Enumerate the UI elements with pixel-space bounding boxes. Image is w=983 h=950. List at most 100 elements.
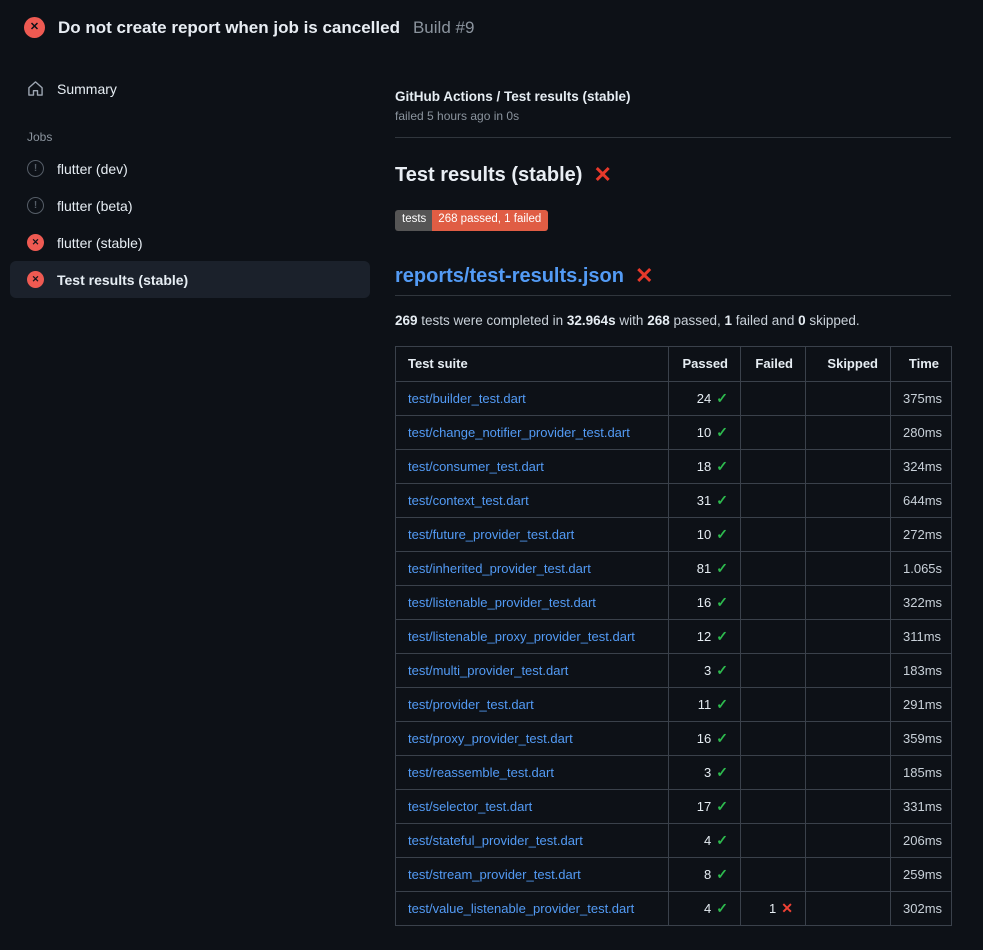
cell-time: 1.065s	[891, 551, 952, 585]
build-failed-icon: ✕	[24, 17, 45, 38]
column-header-failed: Failed	[741, 346, 806, 381]
table-row: test/proxy_provider_test.dart16✓359ms	[396, 721, 952, 755]
column-header-test-suite: Test suite	[396, 346, 669, 381]
check-icon: ✓	[716, 662, 728, 678]
cell-failed	[741, 449, 806, 483]
test-suite-link[interactable]: test/provider_test.dart	[408, 697, 534, 712]
count-value: 17	[697, 799, 711, 814]
job-failed-icon: ✕	[27, 271, 44, 288]
cell-skipped	[806, 687, 891, 721]
count-value: 8	[704, 867, 711, 882]
cell-failed	[741, 517, 806, 551]
test-suite-link[interactable]: test/stream_provider_test.dart	[408, 867, 581, 882]
count-value: 1	[769, 901, 776, 916]
test-suite-link[interactable]: test/listenable_provider_test.dart	[408, 595, 596, 610]
test-suite-link[interactable]: test/selector_test.dart	[408, 799, 532, 814]
check-icon: ✓	[716, 900, 728, 916]
report-heading: reports/test-results.json ✕	[395, 261, 951, 296]
cell-skipped	[806, 891, 891, 925]
column-header-passed: Passed	[669, 346, 741, 381]
cell-skipped	[806, 483, 891, 517]
table-row: test/future_provider_test.dart10✓272ms	[396, 517, 952, 551]
cell-test-suite: test/future_provider_test.dart	[396, 517, 669, 551]
cell-failed	[741, 687, 806, 721]
badge-label: tests	[395, 210, 432, 231]
cell-skipped	[806, 551, 891, 585]
cell-time: 331ms	[891, 789, 952, 823]
cell-passed: 12 ✓	[669, 619, 741, 653]
jobs-section-label: Jobs	[27, 130, 380, 144]
check-icon: ✓	[716, 458, 728, 474]
cell-failed	[741, 653, 806, 687]
test-suite-link[interactable]: test/multi_provider_test.dart	[408, 663, 568, 678]
test-suite-link[interactable]: test/listenable_proxy_provider_test.dart	[408, 629, 635, 644]
test-suite-link[interactable]: test/value_listenable_provider_test.dart	[408, 901, 634, 916]
summary-segment: 1	[725, 313, 733, 328]
failed-cross-icon: ✕	[635, 265, 653, 287]
cell-skipped	[806, 415, 891, 449]
cell-test-suite: test/reassemble_test.dart	[396, 755, 669, 789]
sidebar-item-flutter-dev[interactable]: ! flutter (dev)	[10, 150, 370, 187]
check-icon: ✓	[716, 526, 728, 542]
cell-skipped	[806, 789, 891, 823]
cell-test-suite: test/selector_test.dart	[396, 789, 669, 823]
cell-test-suite: test/listenable_provider_test.dart	[396, 585, 669, 619]
sidebar-item-label: flutter (stable)	[57, 235, 143, 251]
test-suite-link[interactable]: test/builder_test.dart	[408, 391, 526, 406]
sidebar-item-flutter-stable[interactable]: ✕ flutter (stable)	[10, 224, 370, 261]
cell-skipped	[806, 857, 891, 891]
cell-time: 324ms	[891, 449, 952, 483]
count-value: 18	[697, 459, 711, 474]
cell-passed: 16✓	[669, 721, 741, 755]
table-row: test/consumer_test.dart 18 ✓ 324ms	[396, 449, 952, 483]
main-content: GitHub Actions / Test results (stable) f…	[380, 52, 983, 926]
summary-segment: skipped.	[806, 313, 860, 328]
test-suite-link[interactable]: test/inherited_provider_test.dart	[408, 561, 591, 576]
table-row: test/stateful_provider_test.dart4✓206ms	[396, 823, 952, 857]
results-table-body: test/builder_test.dart24✓375mstest/chang…	[396, 381, 952, 925]
cell-failed	[741, 619, 806, 653]
cell-time: 272ms	[891, 517, 952, 551]
count-value: 12	[697, 629, 711, 644]
cell-test-suite: test/provider_test.dart	[396, 687, 669, 721]
sidebar-item-summary[interactable]: Summary	[10, 70, 370, 107]
test-suite-link[interactable]: test/consumer_test.dart	[408, 459, 544, 474]
cell-failed	[741, 551, 806, 585]
cell-test-suite: test/consumer_test.dart	[396, 449, 669, 483]
cell-passed: 18 ✓	[669, 449, 741, 483]
count-value: 11	[698, 697, 712, 712]
cell-skipped	[806, 653, 891, 687]
check-icon: ✓	[716, 424, 728, 440]
test-suite-link[interactable]: test/context_test.dart	[408, 493, 529, 508]
check-icon: ✓	[716, 730, 728, 746]
report-file-link[interactable]: reports/test-results.json	[395, 261, 624, 291]
test-suite-link[interactable]: test/reassemble_test.dart	[408, 765, 554, 780]
job-status-meta: failed 5 hours ago in 0s	[395, 109, 951, 123]
check-icon: ✓	[716, 628, 728, 644]
cell-time: 206ms	[891, 823, 952, 857]
count-value: 16	[697, 595, 711, 610]
check-icon: ✓	[716, 560, 728, 576]
cell-passed: 3✓	[669, 653, 741, 687]
count-value: 81	[697, 561, 711, 576]
job-neutral-icon: !	[27, 197, 44, 214]
table-header-row: Test suite Passed Failed Skipped Time	[396, 346, 952, 381]
header-divider	[395, 137, 951, 138]
test-suite-link[interactable]: test/proxy_provider_test.dart	[408, 731, 573, 746]
test-suite-link[interactable]: test/future_provider_test.dart	[408, 527, 574, 542]
test-suite-link[interactable]: test/change_notifier_provider_test.dart	[408, 425, 630, 440]
count-value: 3	[704, 765, 711, 780]
cell-skipped	[806, 449, 891, 483]
job-failed-icon: ✕	[27, 234, 44, 251]
test-suite-link[interactable]: test/stateful_provider_test.dart	[408, 833, 583, 848]
section-title: Test results (stable)	[395, 160, 582, 190]
cell-passed: 81 ✓	[669, 551, 741, 585]
cell-skipped	[806, 619, 891, 653]
cell-test-suite: test/listenable_proxy_provider_test.dart	[396, 619, 669, 653]
sidebar-item-flutter-beta[interactable]: ! flutter (beta)	[10, 187, 370, 224]
cell-failed: 1✕	[741, 891, 806, 925]
sidebar-item-test-results-stable[interactable]: ✕ Test results (stable)	[10, 261, 370, 298]
cell-passed: 16✓	[669, 585, 741, 619]
table-row: test/stream_provider_test.dart8✓259ms	[396, 857, 952, 891]
summary-segment: 268	[647, 313, 670, 328]
